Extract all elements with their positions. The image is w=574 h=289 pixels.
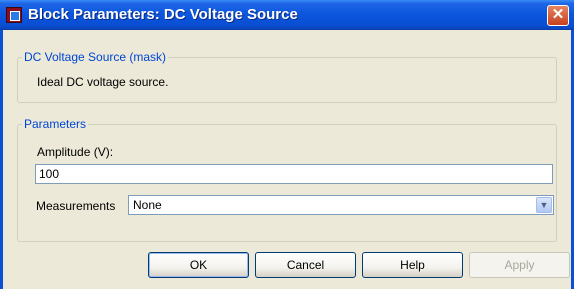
measurements-label: Measurements: [36, 199, 116, 213]
close-button[interactable]: ✕: [547, 5, 569, 26]
amplitude-input[interactable]: [35, 164, 553, 184]
window-title: Block Parameters: DC Voltage Source: [28, 6, 298, 23]
ok-button[interactable]: OK: [148, 252, 249, 278]
description-group-legend: DC Voltage Source (mask): [24, 50, 167, 64]
cancel-button[interactable]: Cancel: [255, 252, 356, 278]
measurements-dropdown[interactable]: None ▼: [128, 195, 554, 215]
help-button[interactable]: Help: [362, 252, 463, 278]
amplitude-label: Amplitude (V):: [37, 145, 114, 159]
apply-button[interactable]: Apply: [469, 252, 570, 278]
measurements-selected-value: None: [133, 198, 162, 212]
description-text: Ideal DC voltage source.: [37, 75, 169, 89]
chevron-down-icon[interactable]: ▼: [536, 197, 552, 213]
simulink-block-icon: [6, 7, 22, 23]
window-border-left: [0, 30, 3, 289]
parameters-group-legend: Parameters: [24, 117, 87, 131]
title-bar[interactable]: Block Parameters: DC Voltage Source ✕: [0, 0, 574, 30]
